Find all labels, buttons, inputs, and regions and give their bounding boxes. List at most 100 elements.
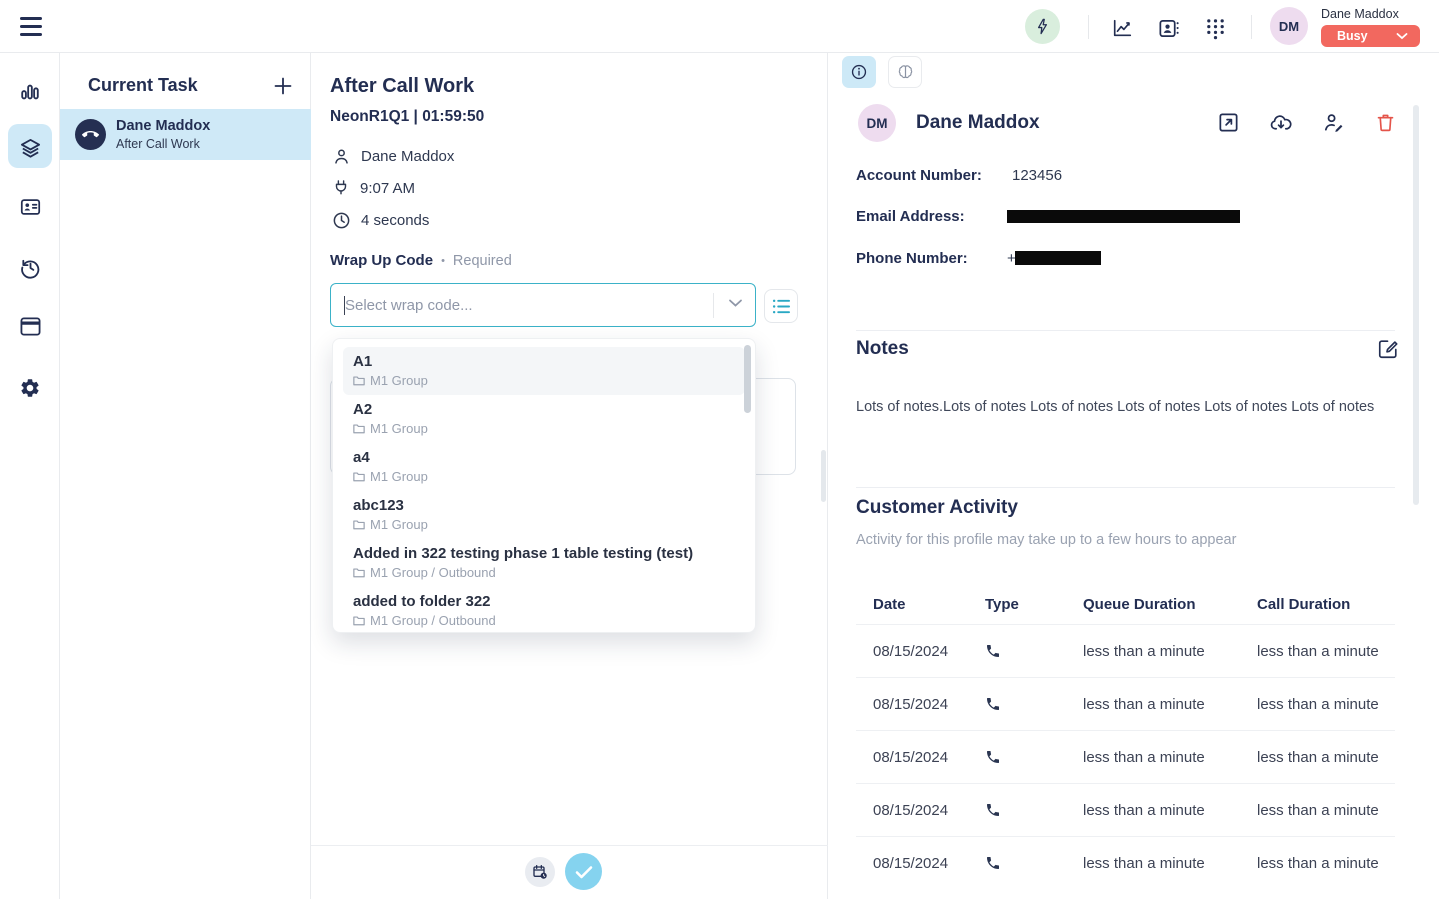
user-avatar[interactable]: DM (1270, 7, 1308, 45)
stats-chart-button[interactable] (1110, 16, 1134, 40)
option-label: A2 (353, 400, 735, 419)
person-edit-icon (1322, 111, 1346, 134)
dropdown-option[interactable]: A1 M1 Group (343, 347, 745, 395)
tab-profile-info[interactable] (842, 56, 876, 88)
trash-icon (1375, 111, 1399, 134)
panel-scrollbar[interactable] (821, 450, 826, 502)
duration-value: 4 seconds (361, 212, 429, 229)
open-profile-button[interactable] (1217, 111, 1241, 135)
footer-divider (311, 845, 828, 846)
section-divider (856, 487, 1395, 488)
option-group: M1 Group (370, 373, 428, 388)
hamburger-menu-icon[interactable] (20, 17, 42, 36)
panel-scrollbar[interactable] (1413, 105, 1419, 505)
page-title: After Call Work (330, 75, 474, 98)
edit-customer-button[interactable] (1322, 111, 1346, 135)
activity-table-header: Date Type Queue Duration Call Duration (856, 584, 1395, 624)
folder-icon (353, 423, 365, 434)
dialpad-button[interactable] (1203, 16, 1227, 40)
status-dropdown-button[interactable]: Busy (1321, 25, 1420, 47)
customer-name: Dane Maddox (916, 112, 1040, 134)
session-id-timer: NeonR1Q1 | 01:59:50 (330, 108, 484, 126)
dashboard-nav-item[interactable] (19, 81, 41, 103)
browse-codes-button[interactable] (764, 289, 798, 323)
queue-duration: less than a minute (1083, 643, 1257, 660)
call-end-icon (82, 126, 99, 143)
lightning-bolt-icon (1034, 18, 1051, 35)
option-group: M1 Group (370, 421, 428, 436)
dropdown-option[interactable]: abc123 M1 Group (343, 491, 745, 539)
panel-title: Current Task (88, 75, 198, 96)
browser-nav-item[interactable] (19, 316, 41, 338)
chevron-down-icon[interactable] (728, 298, 743, 308)
dropdown-scrollbar[interactable] (744, 345, 751, 413)
dropdown-option[interactable]: added to folder 322 M1 Group / Outbound (343, 587, 745, 635)
phone-label: Phone Number: (856, 250, 968, 267)
account-number-label: Account Number: (856, 167, 982, 184)
option-group: M1 Group (370, 469, 428, 484)
customer-activity-subtitle: Activity for this profile may take up to… (856, 532, 1236, 548)
contacts-nav-item[interactable] (19, 196, 41, 218)
activity-date: 08/15/2024 (873, 855, 985, 872)
phone-redaction-bar (1015, 251, 1101, 265)
notes-title: Notes (856, 338, 909, 360)
table-row[interactable]: 08/15/2024 less than a minute less than … (856, 624, 1395, 677)
agent-name: Dane Maddox (361, 148, 454, 165)
call-duration: less than a minute (1257, 643, 1395, 660)
tab-ai-insights[interactable] (888, 56, 922, 88)
option-group: M1 Group (370, 517, 428, 532)
call-duration: less than a minute (1257, 802, 1395, 819)
settings-nav-item[interactable] (19, 377, 41, 399)
required-separator: • (441, 255, 445, 267)
option-label: added to folder 322 (353, 592, 735, 611)
check-icon (575, 865, 593, 879)
quick-actions-button[interactable] (1025, 9, 1060, 44)
activity-date: 08/15/2024 (873, 802, 985, 819)
bar-chart-icon (19, 81, 41, 103)
top-bar: DM Dane Maddox Busy (0, 0, 1439, 53)
task-contact-name: Dane Maddox (116, 118, 210, 134)
schedule-callback-button[interactable] (525, 857, 555, 887)
download-profile-button[interactable] (1269, 111, 1293, 135)
dropdown-option[interactable]: Added in 322 testing phase 1 table testi… (343, 539, 745, 587)
option-label: A1 (353, 352, 735, 371)
after-call-work-panel: After Call Work NeonR1Q1 | 01:59:50 Dane… (311, 53, 828, 899)
option-group: M1 Group / Outbound (370, 613, 496, 628)
line-chart-icon (1111, 17, 1134, 39)
select-divider (713, 293, 714, 318)
complete-task-button[interactable] (565, 853, 602, 890)
contacts-button[interactable] (1156, 16, 1180, 40)
phone-icon (985, 696, 1083, 712)
task-list-item[interactable]: Dane Maddox After Call Work (60, 109, 311, 160)
add-task-button[interactable] (272, 75, 294, 97)
plus-icon (272, 75, 294, 97)
activity-date: 08/15/2024 (873, 749, 985, 766)
layers-icon (19, 137, 41, 160)
delete-customer-button[interactable] (1375, 111, 1399, 135)
person-icon (332, 147, 351, 166)
folder-icon (353, 375, 365, 386)
table-row[interactable]: 08/15/2024 less than a minute less than … (856, 783, 1395, 836)
nav-rail (0, 53, 60, 899)
tasks-nav-item[interactable] (19, 137, 41, 159)
queue-duration: less than a minute (1083, 696, 1257, 713)
email-label: Email Address: (856, 208, 965, 225)
account-number-value: 123456 (1012, 167, 1062, 184)
phone-icon (985, 802, 1083, 818)
wrap-code-select[interactable] (330, 283, 756, 327)
topbar-divider (1088, 15, 1089, 39)
queue-duration: less than a minute (1083, 802, 1257, 819)
option-label: abc123 (353, 496, 735, 515)
customer-activity-title: Customer Activity (856, 497, 1018, 519)
column-header: Queue Duration (1083, 596, 1257, 613)
history-nav-item[interactable] (19, 256, 41, 278)
table-row[interactable]: 08/15/2024 less than a minute less than … (856, 836, 1395, 889)
plug-icon (332, 179, 350, 198)
dropdown-option[interactable]: a4 M1 Group (343, 443, 745, 491)
table-row[interactable]: 08/15/2024 less than a minute less than … (856, 677, 1395, 730)
dropdown-option[interactable]: A2 M1 Group (343, 395, 745, 443)
edit-notes-button[interactable] (1377, 338, 1399, 360)
wrap-code-input[interactable] (345, 286, 705, 324)
table-row[interactable]: 08/15/2024 less than a minute less than … (856, 730, 1395, 783)
required-hint: Required (453, 253, 512, 269)
